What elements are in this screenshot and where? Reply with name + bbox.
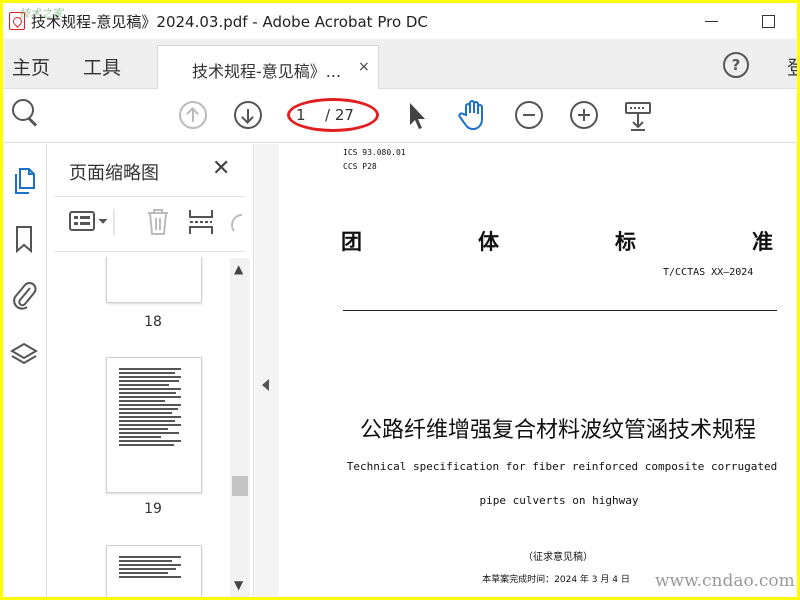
ics-code: ICS 93.080.01	[343, 148, 406, 157]
search-icon[interactable]	[12, 99, 40, 127]
acrobat-window: 技术之家 技术规程-意见稿》2024.03.pdf - Adobe Acroba…	[3, 3, 797, 597]
title-bar: 技术之家 技术规程-意见稿》2024.03.pdf - Adobe Acroba…	[3, 3, 797, 39]
delete-icon[interactable]	[144, 207, 172, 237]
panel-collapse-strip	[255, 144, 279, 597]
standard-number: T/CCTAS XX—2024	[663, 267, 754, 278]
standard-type-header: 团 体 标 准	[341, 226, 773, 256]
english-title-line-1: Technical specification for fiber reinfo…	[346, 460, 778, 473]
draft-label: （征求意见稿）	[523, 552, 593, 563]
tab-tools[interactable]: 工具	[83, 53, 121, 80]
document-view[interactable]: ICS 93.080.01 CCS P28 团 体 标 准 T/CCTAS XX…	[279, 144, 797, 597]
header-char: 体	[478, 229, 499, 254]
scroll-mode-icon[interactable]	[623, 100, 653, 132]
options-menu-icon[interactable]	[68, 207, 116, 237]
toolbar: / 27	[3, 89, 797, 143]
pdf-page: ICS 93.080.01 CCS P28 团 体 标 准 T/CCTAS XX…	[279, 144, 797, 597]
window-title: 技术规程-意见稿》2024.03.pdf - Adobe Acrobat Pro…	[31, 13, 428, 31]
navigation-rail	[3, 144, 47, 597]
minimize-button[interactable]	[699, 9, 725, 33]
tab-bar: 主页 工具 技术规程-意见稿》... × ? 登	[3, 39, 797, 89]
page-thumbnails-icon[interactable]	[10, 166, 38, 196]
thumbnail-page-number: 18	[144, 314, 162, 330]
red-highlight-ellipse	[287, 98, 379, 132]
help-icon[interactable]: ?	[723, 52, 749, 78]
close-tab-icon[interactable]: ×	[358, 59, 370, 75]
previous-page-icon[interactable]	[179, 101, 207, 129]
attachment-icon[interactable]	[10, 280, 38, 310]
maximize-button[interactable]	[755, 9, 781, 33]
page-thumbnail[interactable]	[106, 257, 202, 303]
hand-tool-icon[interactable]	[457, 99, 489, 131]
document-tab-label: 技术规程-意见稿》...	[192, 62, 342, 81]
page-thumbnail[interactable]	[106, 545, 202, 597]
select-cursor-icon[interactable]	[407, 101, 429, 131]
header-char: 团	[341, 229, 362, 254]
tab-home[interactable]: 主页	[12, 53, 50, 80]
zoom-in-icon[interactable]	[570, 101, 598, 129]
thumbnail-scrollbar[interactable]: ▲ ▼	[230, 258, 250, 597]
tab-document[interactable]: 技术规程-意见稿》... ×	[157, 45, 379, 89]
ccs-code: CCS P28	[343, 162, 377, 171]
thumbnail-page-number: 19	[144, 501, 162, 517]
zoom-out-icon[interactable]	[515, 101, 543, 129]
english-title-line-2: pipe culverts on highway	[479, 494, 639, 507]
next-page-icon[interactable]	[234, 101, 262, 129]
collapse-panel-icon[interactable]	[262, 379, 269, 391]
thumbnail-list: 18 19	[58, 257, 228, 597]
document-title: 公路纤维增强复合材料波纹管涵技术规程	[359, 418, 756, 443]
rotate-icon[interactable]	[228, 207, 244, 237]
bookmark-icon[interactable]	[10, 224, 38, 254]
header-char: 准	[752, 229, 773, 254]
header-char: 标	[615, 229, 636, 254]
watermark-bottom-right: www.cndao.com	[655, 571, 795, 591]
layers-icon[interactable]	[10, 340, 38, 370]
close-panel-icon[interactable]: ✕	[212, 156, 230, 181]
panel-title: 页面缩略图	[69, 163, 159, 184]
insert-pages-icon[interactable]	[187, 207, 215, 237]
scrollbar-thumb[interactable]	[232, 476, 248, 496]
scroll-down-icon[interactable]: ▼	[234, 578, 243, 592]
page-thumbnail[interactable]	[106, 357, 202, 493]
thumbnail-toolbar	[54, 196, 244, 252]
header-rule	[343, 310, 777, 311]
scroll-up-icon[interactable]: ▲	[234, 262, 243, 276]
page-thumbnails-panel: 页面缩略图 ✕ 18 19 ▲ ▼	[48, 144, 254, 597]
sign-in-link[interactable]: 登	[787, 53, 797, 80]
